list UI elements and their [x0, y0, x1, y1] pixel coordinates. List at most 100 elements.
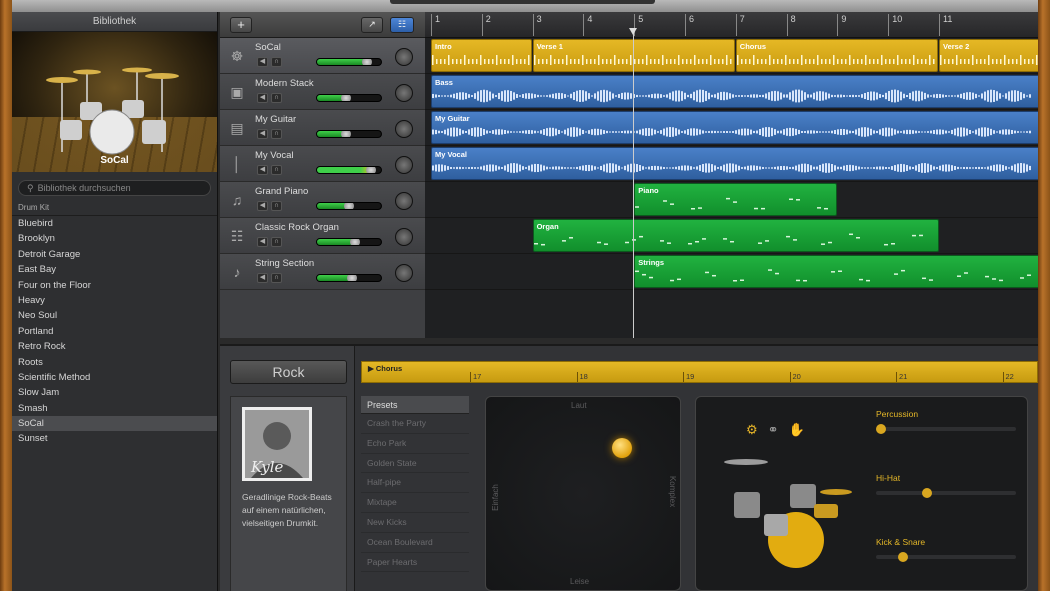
pan-knob[interactable] — [395, 228, 413, 246]
track-header[interactable]: ☷ Classic Rock Organ ◀ ∩ — [220, 218, 425, 254]
mute-icon[interactable]: ◀ — [257, 165, 268, 175]
library-item[interactable]: Scientific Method — [12, 370, 217, 385]
xy-pad[interactable]: Laut Leise Einfach Komplex — [485, 396, 681, 591]
pan-knob[interactable] — [395, 48, 413, 66]
track-header[interactable]: ♫ Grand Piano ◀ ∩ — [220, 182, 425, 218]
mute-icon[interactable]: ◀ — [257, 201, 268, 211]
drummer-portrait[interactable]: Kyle — [242, 407, 312, 481]
catch-icon[interactable]: ↗ — [361, 17, 383, 33]
headphones-icon[interactable]: ∩ — [271, 273, 282, 283]
xy-label-bottom: Leise — [570, 577, 590, 586]
volume-knob[interactable] — [347, 275, 358, 281]
ruler-tick: 10 — [888, 14, 902, 36]
library-search-input[interactable]: ⚲ Bibliothek durchsuchen — [18, 180, 211, 196]
library-item[interactable]: Portland — [12, 324, 217, 339]
preset-item[interactable]: Echo Park — [361, 434, 469, 454]
pan-knob[interactable] — [395, 192, 413, 210]
headphones-icon[interactable]: ∩ — [271, 93, 282, 103]
headphones-icon[interactable]: ∩ — [271, 201, 282, 211]
kit-slider-knob[interactable] — [875, 424, 886, 434]
track-header[interactable]: │ My Vocal ◀ ∩ — [220, 146, 425, 182]
kit-slider[interactable] — [876, 488, 1016, 498]
region[interactable]: My Vocal — [431, 147, 1038, 180]
library-item[interactable]: East Bay — [12, 262, 217, 277]
library-item[interactable]: Roots — [12, 355, 217, 370]
preset-item[interactable]: Ocean Boulevard — [361, 533, 469, 553]
mute-icon[interactable]: ◀ — [257, 129, 268, 139]
volume-knob[interactable] — [361, 59, 372, 65]
library-item[interactable]: Neo Soul — [12, 308, 217, 323]
library-item[interactable]: SoCal — [12, 416, 217, 432]
region[interactable]: My Guitar — [431, 111, 1038, 144]
region[interactable]: Intro — [431, 39, 532, 72]
preset-item[interactable]: Half-pipe — [361, 473, 469, 494]
drum-kit-icon[interactable] — [706, 452, 866, 572]
track-header[interactable]: ☸ SoCal ◀ ∩ — [220, 38, 425, 74]
genre-button[interactable]: Rock — [230, 360, 347, 384]
volume-slider[interactable] — [316, 238, 382, 246]
region[interactable]: Bass — [431, 75, 1038, 108]
preset-item[interactable]: Golden State — [361, 454, 469, 474]
playhead[interactable] — [629, 28, 637, 338]
kit-slider-knob[interactable] — [922, 488, 932, 498]
track-header[interactable]: ▤ My Guitar ◀ ∩ — [220, 110, 425, 146]
volume-knob[interactable] — [366, 167, 377, 173]
preset-item[interactable]: Crash the Party — [361, 414, 469, 434]
mute-icon[interactable]: ◀ — [257, 57, 268, 67]
volume-slider[interactable] — [316, 58, 382, 66]
library-item[interactable]: Brooklyn — [12, 231, 217, 246]
mute-icon[interactable]: ◀ — [257, 273, 268, 283]
volume-knob[interactable] — [344, 203, 354, 209]
region[interactable]: Strings — [634, 255, 1038, 288]
library-item[interactable]: Heavy — [12, 293, 217, 308]
pan-knob[interactable] — [395, 84, 413, 102]
hand-clap-icon[interactable]: ✋ — [789, 422, 805, 438]
track-header[interactable]: ▣ Modern Stack ◀ ∩ — [220, 74, 425, 110]
shaker-icon[interactable]: ⚭ — [768, 422, 779, 438]
volume-slider[interactable] — [316, 274, 382, 282]
timeline-ruler[interactable]: 1 2 3 4 5 6 7 8 9 10 11 — [425, 12, 1038, 38]
preset-item[interactable]: Paper Hearts — [361, 553, 469, 573]
gear-icon[interactable]: ⚙ — [746, 422, 758, 438]
library-item[interactable]: Four on the Floor — [12, 278, 217, 293]
headphones-icon[interactable]: ∩ — [271, 129, 282, 139]
library-item[interactable]: Smash — [12, 401, 217, 416]
track-header[interactable]: ♪ String Section ◀ ∩ — [220, 254, 425, 290]
region[interactable]: Chorus — [735, 39, 938, 72]
preset-item[interactable]: Mixtape — [361, 493, 469, 513]
editor-ruler[interactable]: ▶ Chorus 17 18 19 20 21 22 — [361, 361, 1038, 383]
library-category[interactable]: Drum Kit — [12, 200, 217, 216]
mute-icon[interactable]: ◀ — [257, 237, 268, 247]
library-item[interactable]: Detroit Garage — [12, 247, 217, 262]
library-item[interactable]: Bluebird — [12, 216, 217, 231]
smart-controls-icon[interactable]: ☷ — [390, 17, 414, 33]
arrange-area[interactable]: 1 2 3 4 5 6 7 8 9 10 11 Intro Verse 1 Chorus Verse 2B… — [425, 12, 1038, 338]
volume-slider[interactable] — [316, 202, 382, 210]
volume-knob[interactable] — [350, 239, 361, 245]
kit-slider[interactable] — [876, 552, 1016, 562]
region[interactable]: Verse 2 — [939, 39, 1038, 72]
region[interactable]: Piano — [634, 183, 838, 216]
headphones-icon[interactable]: ∩ — [271, 165, 282, 175]
preset-item[interactable]: New Kicks — [361, 513, 469, 533]
library-item[interactable]: Retro Rock — [12, 339, 217, 354]
headphones-icon[interactable]: ∩ — [271, 57, 282, 67]
region[interactable]: Organ — [532, 219, 939, 252]
kit-slider-knob[interactable] — [898, 552, 909, 562]
pan-knob[interactable] — [395, 120, 413, 138]
mute-icon[interactable]: ◀ — [257, 93, 268, 103]
add-track-button[interactable]: + — [230, 17, 252, 33]
pan-knob[interactable] — [395, 156, 413, 174]
kit-slider[interactable] — [875, 424, 1016, 434]
volume-knob[interactable] — [340, 95, 351, 101]
playhead-icon[interactable] — [629, 28, 637, 35]
volume-knob[interactable] — [340, 131, 351, 137]
xy-puck[interactable] — [612, 438, 632, 458]
headphones-icon[interactable]: ∩ — [271, 237, 282, 247]
library-item[interactable]: Slow Jam — [12, 385, 217, 400]
volume-slider[interactable] — [316, 130, 382, 138]
pan-knob[interactable] — [395, 264, 413, 282]
volume-slider[interactable] — [316, 94, 382, 102]
library-item[interactable]: Sunset — [12, 431, 217, 446]
volume-slider[interactable] — [316, 166, 382, 174]
